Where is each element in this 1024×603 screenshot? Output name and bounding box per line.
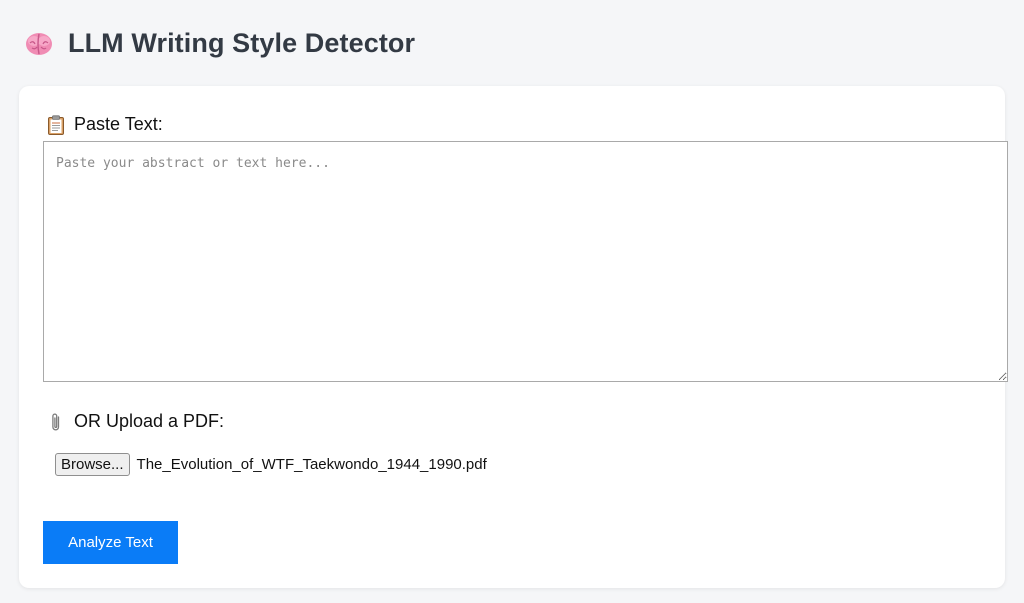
upload-pdf-label: OR Upload a PDF: xyxy=(74,411,225,431)
file-input[interactable]: Browse... The_Evolution_of_WTF_Taekwondo… xyxy=(55,453,487,476)
analyze-text-button[interactable]: Analyze Text xyxy=(43,521,178,564)
paste-text-label-row: Paste Text: xyxy=(47,114,163,135)
text-input[interactable] xyxy=(43,141,1008,382)
brain-icon xyxy=(24,29,54,59)
page-title: LLM Writing Style Detector xyxy=(68,28,416,58)
analyzer-card: Paste Text: OR Upload a PDF: Browse... T… xyxy=(19,86,1008,588)
selected-file-name: The_Evolution_of_WTF_Taekwondo_1944_1990… xyxy=(136,456,487,473)
upload-pdf-label-row: OR Upload a PDF: xyxy=(47,411,224,432)
clipboard-icon xyxy=(47,114,65,135)
page-header: LLM Writing Style Detector xyxy=(24,28,415,59)
paste-text-label: Paste Text: xyxy=(74,114,163,134)
paperclip-icon xyxy=(47,412,65,432)
browse-button[interactable]: Browse... xyxy=(55,453,130,476)
